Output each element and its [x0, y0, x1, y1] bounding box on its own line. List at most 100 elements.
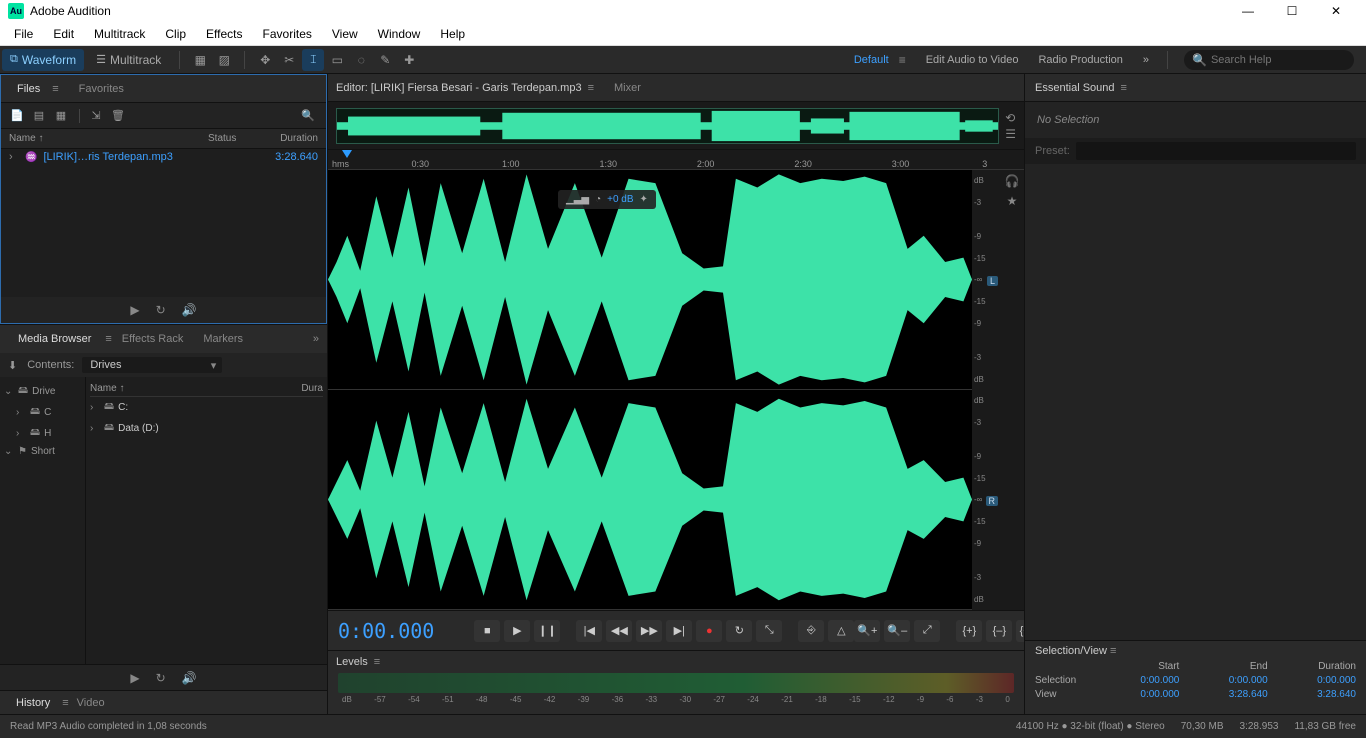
workspace-menu-icon[interactable]: ≡ [899, 53, 906, 67]
minimize-button[interactable]: — [1226, 0, 1270, 22]
tree-row[interactable]: ⌄🖴Drive [4, 381, 81, 402]
record-button[interactable]: ● [696, 620, 722, 642]
heal-tool-icon[interactable]: ✚ [398, 49, 420, 71]
file-row[interactable]: › ♒ [LIRIK]…ris Terdepan.mp3 3:28.640 [1, 149, 326, 165]
timeline[interactable]: hms 0:30 1:00 1:30 2:00 2:30 3:00 3 [328, 150, 1024, 170]
col-name[interactable]: Name ↑ [9, 133, 208, 144]
workspace-default[interactable]: Default [844, 54, 899, 66]
zoom-out-icon[interactable]: 🔍– [884, 620, 910, 642]
new-multitrack-icon[interactable]: ▦ [51, 107, 71, 125]
tree-row[interactable]: ›🖴C [4, 402, 81, 423]
maximize-button[interactable]: ☐ [1270, 0, 1314, 22]
tree-row[interactable]: ›🖴Data (D:) [90, 418, 323, 439]
tree-row[interactable]: ⌄⚑Short [4, 444, 81, 459]
skip-selection-button[interactable]: ⤡ [756, 620, 782, 642]
tab-video[interactable]: Video [69, 697, 113, 709]
files-play-icon[interactable]: ▶ [130, 303, 139, 317]
zoom-nav-icon[interactable]: ⟲ [1005, 111, 1016, 125]
files-menu-icon[interactable]: ≡ [52, 83, 58, 95]
brush-tool-icon[interactable]: ✎ [374, 49, 396, 71]
close-button[interactable]: ✕ [1314, 0, 1358, 22]
metronome-icon[interactable]: △ [828, 620, 854, 642]
essential-menu-icon[interactable]: ≡ [1121, 82, 1127, 94]
stop-button[interactable]: ■ [474, 620, 500, 642]
download-icon[interactable]: ⬇ [8, 359, 17, 372]
mb-autoplay-icon[interactable]: 🔊 [182, 671, 197, 685]
tab-markers[interactable]: Markers [193, 333, 253, 345]
tab-effects-rack[interactable]: Effects Rack [112, 333, 194, 345]
view-end[interactable]: 3:28.640 [1182, 689, 1267, 700]
col-duration[interactable]: Duration [258, 133, 318, 144]
pause-button[interactable]: ❙❙ [534, 620, 560, 642]
levels-menu-icon[interactable]: ≡ [374, 656, 380, 668]
menu-file[interactable]: File [4, 27, 43, 41]
zoom-in-icon[interactable]: 🔍+ [854, 620, 880, 642]
goto-end-button[interactable]: ▶| [666, 620, 692, 642]
loop-button[interactable]: ↻ [726, 620, 752, 642]
workspace-radio[interactable]: Radio Production [1028, 54, 1132, 66]
move-tool-icon[interactable]: ✥ [254, 49, 276, 71]
mb-more-icon[interactable]: » [313, 333, 319, 345]
amplitude-hud[interactable]: ▁▃▅ ◔ +0 dB ✦ [558, 190, 656, 209]
workspace-more-icon[interactable]: » [1133, 54, 1159, 66]
menu-multitrack[interactable]: Multitrack [84, 27, 155, 41]
mb-loop-icon[interactable]: ↻ [156, 671, 166, 685]
headphones-icon[interactable]: 🎧 [1005, 174, 1020, 188]
selection-duration[interactable]: 0:00.000 [1271, 675, 1356, 686]
tree-row[interactable]: ›🖴H [4, 423, 81, 444]
mb-col-dura[interactable]: Dura [301, 383, 323, 394]
search-help[interactable]: 🔍 [1184, 50, 1354, 70]
menu-edit[interactable]: Edit [43, 27, 84, 41]
tab-history[interactable]: History [8, 697, 58, 709]
view-multitrack-button[interactable]: ☰Multitrack [88, 49, 169, 71]
tab-media-browser[interactable]: Media Browser [8, 333, 101, 345]
forward-button[interactable]: ▶▶ [636, 620, 662, 642]
menu-effects[interactable]: Effects [196, 27, 252, 41]
zoom-sel-in-icon[interactable]: {⟶ [1016, 620, 1024, 642]
editor-menu-icon[interactable]: ≡ [588, 82, 594, 94]
marquee-tool-icon[interactable]: ▭ [326, 49, 348, 71]
hud-toggle-icon[interactable]: ▦ [189, 49, 211, 71]
tree-row[interactable]: ›🖴C: [90, 397, 323, 418]
mb-col-name[interactable]: Name ↑ [90, 383, 301, 394]
tab-favorites[interactable]: Favorites [71, 83, 132, 95]
menu-view[interactable]: View [322, 27, 368, 41]
files-loop-icon[interactable]: ↻ [156, 303, 166, 317]
workspace-edit-audio[interactable]: Edit Audio to Video [916, 54, 1029, 66]
timecode-display[interactable]: 0:00.000 [338, 619, 434, 643]
goto-start-button[interactable]: |◀ [576, 620, 602, 642]
hud-pin-icon[interactable]: ✦ [640, 194, 648, 205]
tab-files[interactable]: Files [9, 83, 48, 95]
view-waveform-button[interactable]: ⧉Waveform [2, 49, 84, 71]
waveform-editor[interactable]: ▁▃▅ ◔ +0 dB ✦ [328, 170, 972, 610]
selection-end[interactable]: 0:00.000 [1182, 675, 1267, 686]
insert-icon[interactable]: ⇲ [86, 107, 106, 125]
view-duration[interactable]: 3:28.640 [1271, 689, 1356, 700]
razor-tool-icon[interactable]: ✂ [278, 49, 300, 71]
selview-menu-icon[interactable]: ≡ [1110, 645, 1116, 657]
view-start[interactable]: 0:00.000 [1094, 689, 1179, 700]
levels-meter[interactable] [338, 673, 1014, 693]
channels-icon[interactable]: ☰ [1005, 127, 1016, 141]
selection-start[interactable]: 0:00.000 [1094, 675, 1179, 686]
star-icon[interactable]: ★ [1007, 194, 1018, 208]
preset-dropdown[interactable] [1076, 142, 1356, 160]
open-file-icon[interactable]: 📄 [7, 107, 27, 125]
zoom-full-icon[interactable]: ⤢ [914, 620, 940, 642]
rewind-button[interactable]: ◀◀ [606, 620, 632, 642]
menu-clip[interactable]: Clip [155, 27, 196, 41]
overview-waveform[interactable] [336, 108, 999, 144]
files-autoplay-icon[interactable]: 🔊 [182, 303, 197, 317]
time-selection-tool-icon[interactable]: 𝙸 [302, 49, 324, 71]
punch-in-icon[interactable]: ⎆ [798, 620, 824, 642]
search-input[interactable] [1211, 54, 1346, 66]
mb-play-icon[interactable]: ▶ [130, 671, 139, 685]
col-status[interactable]: Status [208, 133, 258, 144]
playhead-icon[interactable] [342, 150, 352, 158]
menu-favorites[interactable]: Favorites [253, 27, 322, 41]
tab-mixer[interactable]: Mixer [614, 82, 641, 94]
new-file-icon[interactable]: ▤ [29, 107, 49, 125]
zoom-out-time-icon[interactable]: {–} [986, 620, 1012, 642]
spectral-toggle-icon[interactable]: ▨ [213, 49, 235, 71]
menu-help[interactable]: Help [430, 27, 475, 41]
